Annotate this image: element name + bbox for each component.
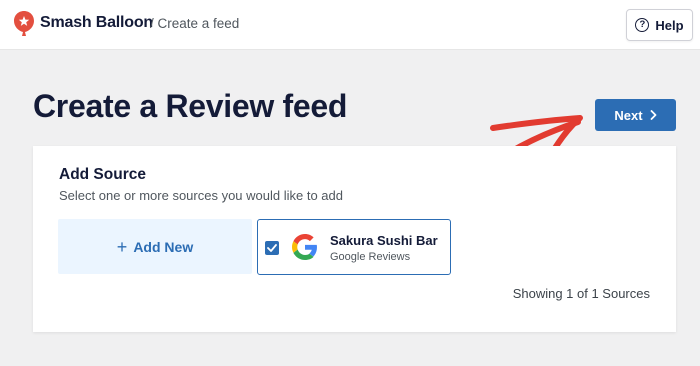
page-title: Create a Review feed	[33, 88, 348, 124]
sources-count-text: Showing 1 of 1 Sources	[512, 286, 650, 301]
add-new-source-button[interactable]: + Add New	[58, 219, 252, 274]
add-new-label: Add New	[133, 238, 194, 255]
panel-title: Add Source	[59, 166, 146, 183]
brand-name: Smash Balloon	[40, 14, 153, 31]
top-bar: Smash Balloon / Create a feed ? Help	[0, 0, 700, 50]
help-label: Help	[655, 17, 684, 33]
checkbox-checked[interactable]	[265, 241, 279, 255]
chevron-right-icon	[650, 110, 656, 120]
breadcrumb: / Create a feed	[150, 16, 240, 31]
smash-balloon-logo-icon	[14, 11, 34, 36]
next-label: Next	[614, 107, 643, 123]
help-button[interactable]: ? Help	[626, 9, 693, 41]
checkmark-icon	[267, 244, 277, 252]
question-circle-icon: ?	[635, 18, 650, 32]
source-name: Sakura Sushi Bar	[330, 233, 438, 248]
next-button[interactable]: Next	[595, 99, 676, 131]
plus-icon: +	[116, 236, 128, 257]
add-source-panel: Add Source Select one or more sources yo…	[33, 146, 676, 332]
source-type: Google Reviews	[330, 251, 411, 263]
source-card[interactable]: Sakura Sushi Bar Google Reviews	[257, 219, 451, 275]
panel-subtitle: Select one or more sources you would lik…	[59, 188, 343, 203]
google-icon	[292, 234, 317, 260]
